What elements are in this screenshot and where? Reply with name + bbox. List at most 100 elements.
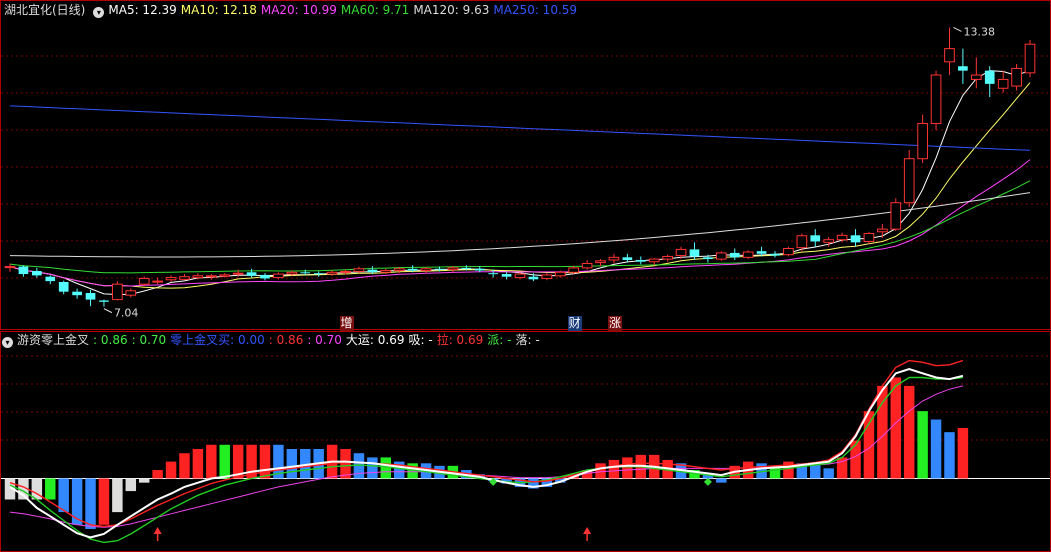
indicator-bar	[810, 464, 821, 479]
candle-body-up	[326, 271, 338, 275]
candle-body-down	[622, 257, 633, 260]
candle-body-up	[796, 235, 808, 249]
indicator-bar	[219, 444, 230, 479]
indicator-bar	[930, 419, 942, 479]
candle-body-down	[461, 267, 472, 269]
indicator-bar	[890, 377, 902, 479]
candle-body-up	[380, 270, 392, 273]
ma-legend-item: MA10: 12.18	[180, 3, 257, 17]
candle-body-up	[675, 248, 687, 257]
indicator-bar	[206, 444, 217, 479]
candle-body-down	[18, 266, 29, 275]
candle-body-down	[246, 272, 257, 276]
indicator-bar	[595, 463, 606, 479]
candle-body-up	[742, 251, 754, 258]
indicator-bar	[192, 449, 204, 479]
indicator-legend-item: 大运: 0.69	[345, 333, 405, 347]
candle-body-down	[72, 291, 82, 296]
indicator-bar	[944, 432, 955, 479]
indicator-bar	[71, 478, 83, 525]
candle-body-up	[138, 277, 150, 285]
candle-body-down	[958, 66, 968, 71]
indicator-legend-item: 零上金叉买: 0.00	[170, 333, 265, 347]
candle-body-up	[930, 74, 942, 124]
indicator-bar	[45, 478, 56, 500]
candle-body-up	[970, 74, 982, 80]
candle-body-down	[528, 276, 539, 280]
candle-body-down	[99, 300, 109, 302]
chevron-down-icon[interactable]: ▾	[2, 337, 13, 348]
high-pointer	[953, 27, 962, 32]
indicator-bar	[179, 453, 190, 479]
indicator-bar	[957, 427, 969, 479]
candle-body-down	[313, 273, 324, 275]
indicator-bar	[716, 478, 727, 483]
indicator-line-white	[9, 367, 964, 539]
candle-body-up	[823, 239, 835, 243]
indicator-bar	[125, 478, 137, 492]
candle-body-up	[179, 276, 190, 280]
candle-body-down	[756, 251, 767, 254]
candle-body-down	[635, 259, 646, 262]
ma-legend: MA5: 12.39 MA10: 12.18 MA20: 10.99 MA60: 9.…	[108, 3, 581, 17]
candle-body-down	[407, 268, 418, 271]
candle-body-up	[997, 78, 1009, 89]
candle-body-down	[810, 235, 821, 242]
indicator-bar	[112, 478, 123, 513]
ma-line-ma5	[9, 69, 1031, 296]
ma-legend-item: MA60: 9.71	[340, 3, 410, 17]
chevron-down-icon[interactable]: ▾	[93, 7, 105, 18]
ma-legend-item: MA120: 9.63	[413, 3, 490, 17]
indicator-bar	[340, 449, 351, 479]
candle-body-up	[541, 274, 553, 279]
high-price-label: 13.38	[963, 25, 995, 38]
indicator-bar	[138, 478, 150, 483]
candle-body-up	[152, 280, 163, 283]
candle-body-down	[58, 281, 69, 292]
candle-body-up	[715, 252, 727, 260]
indicator-line-green	[9, 376, 963, 544]
candle-body-down	[488, 273, 498, 275]
candle-body-up	[1024, 43, 1036, 74]
indicator-title: 游资零上金叉	[17, 333, 90, 347]
ma-legend-item: MA20: 10.99	[260, 3, 337, 17]
price-panel-header: 湖北宜化(日线) ▾ MA5: 12.39 MA10: 12.18 MA20: 10.9…	[0, 1, 585, 19]
indicator-bar	[286, 449, 298, 479]
event-badge[interactable]: 财	[567, 316, 582, 331]
indicator-bar	[152, 470, 163, 479]
indicator-bar	[622, 457, 633, 479]
diamond-marker-icon	[703, 477, 712, 486]
indicator-bar	[259, 444, 271, 479]
candle-body-down	[300, 272, 311, 274]
candle-body-up	[219, 274, 231, 277]
indicator-bar	[380, 457, 392, 479]
candle-body-up	[192, 275, 204, 279]
candle-body-up	[863, 233, 875, 242]
candle-body-up	[890, 202, 902, 230]
candle-body-up	[273, 273, 284, 279]
candle-body-down	[850, 235, 861, 243]
candle-body-down	[501, 274, 512, 277]
candle-body-up	[232, 272, 244, 275]
indicator-bar	[85, 478, 96, 529]
candle-body-down	[984, 70, 995, 84]
low-price-label: 7.04	[114, 307, 138, 320]
candle-body-up	[877, 228, 888, 233]
candle-body-up	[340, 270, 351, 273]
candle-body-up	[917, 122, 928, 160]
candle-body-down	[434, 268, 445, 270]
candle-body-up	[393, 268, 405, 272]
candle-body-down	[32, 270, 42, 276]
candle-body-up	[420, 268, 432, 272]
candle-body-down	[260, 274, 270, 279]
candle-body-up	[608, 256, 620, 261]
ma-legend-item: MA250: 10.59	[493, 3, 578, 17]
indicator-legend-item: 落: -	[515, 333, 540, 347]
ma-line-ma60	[9, 180, 1031, 274]
indicator-legend-item: 吸: -	[408, 333, 433, 347]
event-badge[interactable]: 涨	[607, 316, 622, 331]
candle-body-up	[353, 268, 365, 272]
event-badge[interactable]: 增	[339, 316, 354, 331]
ma-line-ma250	[9, 105, 1031, 151]
candle-body-up	[581, 262, 593, 269]
